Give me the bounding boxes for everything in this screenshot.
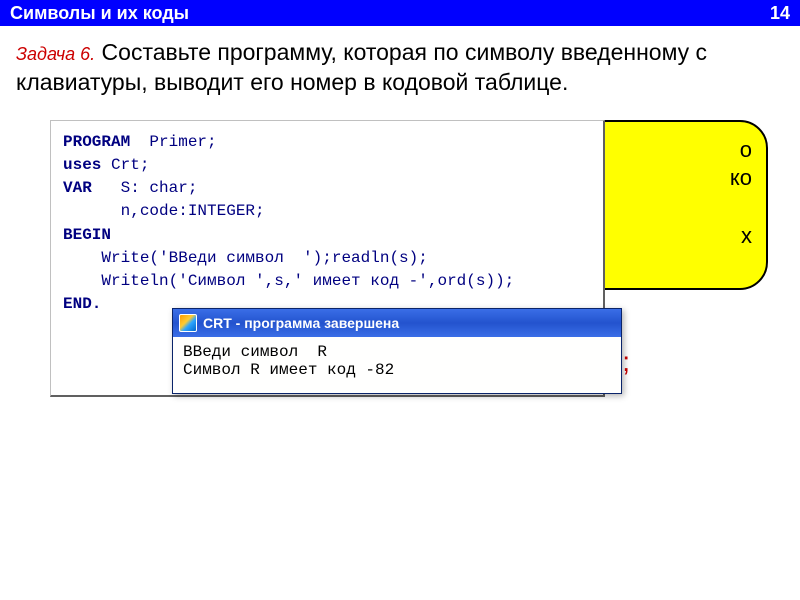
crt-titlebar[interactable]: CRT - программа завершена (173, 309, 621, 337)
code-l3-rest: S: char; (92, 179, 198, 197)
code-l4: n,code:INTEGER; (63, 202, 265, 220)
kw-end: END. (63, 295, 101, 313)
header-page: 14 (770, 3, 790, 24)
crt-app-icon (179, 314, 197, 332)
kw-program: PROGRAM (63, 133, 130, 151)
kw-uses: uses (63, 156, 101, 174)
crt-line-1: ВВеди символ R (183, 343, 327, 361)
main-area: о ко х )); PROGRAM Primer; uses Crt; VAR… (0, 108, 800, 538)
code-l1-rest: Primer; (130, 133, 216, 151)
crt-console-body: ВВеди символ R Символ R имеет код -82 (173, 337, 621, 393)
code-l7: Writeln('Символ ',s,' имеет код -',ord(s… (63, 272, 514, 290)
task-text: Задача 6. Составьте программу, которая п… (0, 26, 800, 108)
code-l2-rest: Crt; (101, 156, 149, 174)
crt-line-2: Символ R имеет код -82 (183, 361, 394, 379)
slide-header: Символы и их коды 14 (0, 0, 800, 26)
kw-var: VAR (63, 179, 92, 197)
task-label: Задача 6. (16, 44, 95, 64)
crt-title-text: CRT - программа завершена (203, 315, 399, 331)
header-title: Символы и их коды (10, 3, 189, 24)
kw-begin: BEGIN (63, 226, 111, 244)
task-body: Составьте программу, которая по символу … (16, 39, 707, 95)
code-l6: Write('ВВеди символ ');readln(s); (63, 249, 428, 267)
crt-output-window[interactable]: CRT - программа завершена ВВеди символ R… (172, 308, 622, 394)
